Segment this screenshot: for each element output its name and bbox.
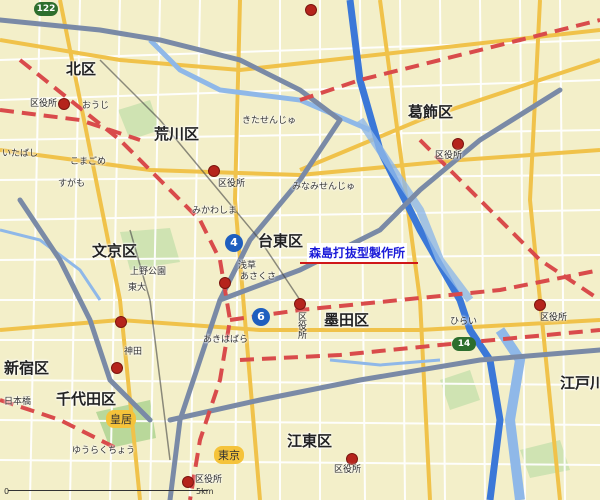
route-shield-122: 122 — [34, 2, 58, 16]
ward-label-katsushika: 葛飾区 — [408, 103, 454, 121]
place-label: 日本橋 — [4, 397, 32, 407]
ward-office-marker[interactable] — [58, 98, 70, 110]
map-canvas[interactable]: 北区 荒川区 葛飾区 文京区 台東区 墨田区 新宿区 千代田区 江東区 江戸川 … — [0, 0, 600, 500]
ward-label-chiyoda: 千代田区 — [56, 390, 117, 408]
ward-office-label: 区役所 — [435, 151, 463, 161]
ward-office-marker[interactable] — [452, 138, 464, 150]
place-label: 浅草 — [238, 261, 257, 271]
ward-label-taito: 台東区 — [258, 232, 304, 250]
ward-office-label: 区役所 — [334, 465, 362, 475]
ward-office-marker[interactable] — [115, 316, 127, 328]
ward-label-bunkyo: 文京区 — [92, 242, 138, 260]
place-label: ゆうらくちょう — [72, 446, 136, 456]
ward-office-label: 区役所 — [195, 475, 223, 485]
ward-office-marker[interactable] — [534, 299, 546, 311]
target-location-label[interactable]: 森島打抜型製作所 — [307, 243, 408, 262]
place-label: あさくさ — [240, 272, 277, 282]
landmark-badge-tokyo[interactable]: 東京 — [214, 446, 244, 464]
ward-label-edogawa: 江戸川 — [560, 374, 600, 392]
route-shield-4: 4 — [225, 234, 243, 252]
route-shield-6: 6 — [252, 308, 270, 326]
ward-office-marker[interactable] — [111, 362, 123, 374]
ward-office-label: 区役所 — [296, 312, 306, 339]
ward-office-label: 区役所 — [218, 179, 246, 189]
ward-label-sumida: 墨田区 — [324, 311, 370, 329]
place-label: みなみせんじゅ — [292, 182, 356, 192]
ward-office-marker[interactable] — [219, 277, 231, 289]
place-label: 神田 — [124, 347, 143, 357]
place-label: あきはばら — [203, 335, 249, 345]
ward-office-marker[interactable] — [305, 4, 317, 16]
place-label: こまごめ — [70, 157, 107, 167]
ward-label-kita: 北区 — [66, 60, 97, 78]
target-location-underline — [300, 262, 418, 264]
scale-zero-label: 0 — [4, 487, 10, 496]
ward-office-marker[interactable] — [346, 453, 358, 465]
ward-label-koto: 江東区 — [287, 432, 333, 450]
place-label: きたせんじゅ — [242, 116, 297, 126]
ward-office-label: 区役所 — [30, 99, 58, 109]
ward-office-marker[interactable] — [294, 298, 306, 310]
place-label: すがも — [58, 179, 86, 189]
place-label: いたばし — [2, 149, 39, 159]
place-label: 上野公園 — [130, 267, 167, 277]
ward-office-marker[interactable] — [208, 165, 220, 177]
ward-label-shinjuku: 新宿区 — [4, 359, 50, 377]
place-label: ひらい — [450, 317, 478, 327]
place-label: 東大 — [128, 283, 147, 293]
scale-bar — [8, 486, 208, 491]
landmark-badge-kokyo[interactable]: 皇居 — [106, 410, 136, 428]
place-label: みかわしま — [192, 206, 238, 216]
place-label: おうじ — [82, 101, 110, 111]
ward-office-label: 区役所 — [540, 313, 568, 323]
ward-label-arakawa: 荒川区 — [154, 125, 200, 143]
scale-distance-label: 5km — [196, 487, 214, 496]
route-shield-14: 14 — [452, 337, 476, 351]
